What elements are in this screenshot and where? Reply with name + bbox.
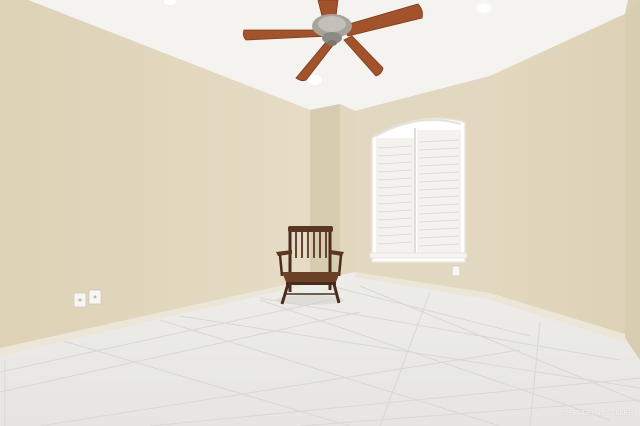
watermark-logo: GREATER MCALLEN xyxy=(561,410,634,417)
room-scene xyxy=(0,0,640,426)
window-shutters xyxy=(369,117,468,263)
right-wall-edge xyxy=(625,0,640,360)
corner-column-side xyxy=(340,104,355,277)
room-photo: GREATER MCALLEN xyxy=(0,0,640,426)
watermark-text: GREATER MCALLEN xyxy=(561,410,634,417)
